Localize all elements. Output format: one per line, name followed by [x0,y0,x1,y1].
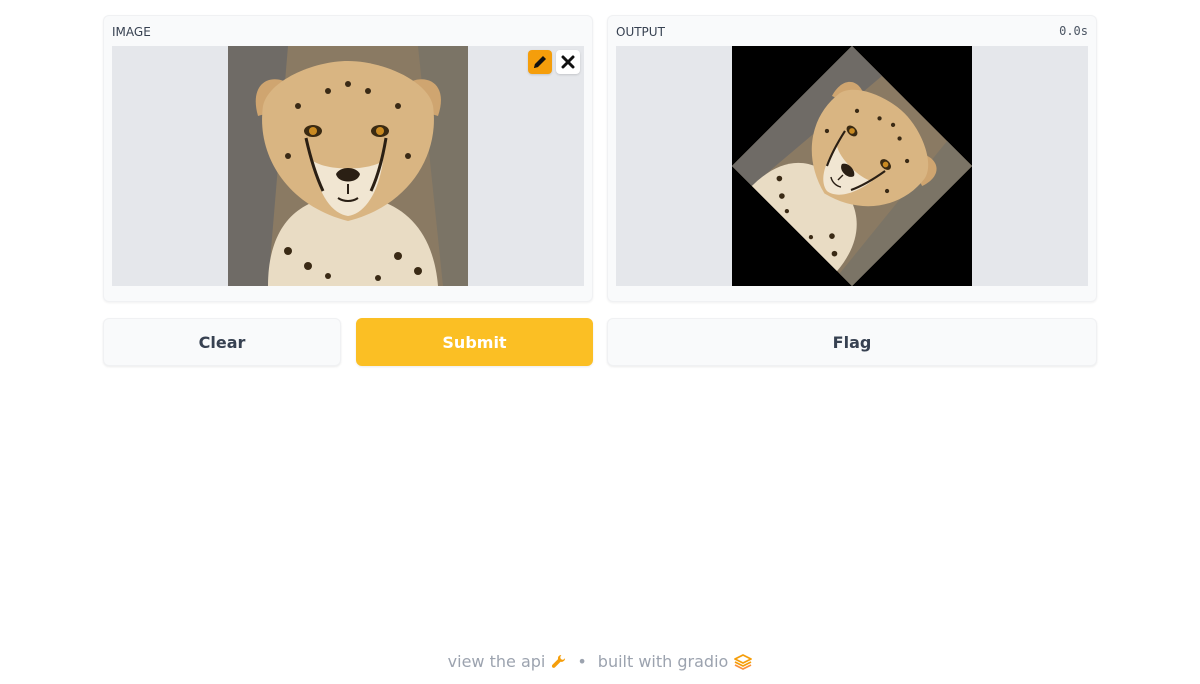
submit-button[interactable]: Submit [356,318,593,366]
flag-button[interactable]: Flag [607,318,1097,366]
elapsed-time: 0.0s [1059,24,1088,38]
pencil-icon [534,56,546,68]
output-label: OUTPUT [616,25,665,39]
view-api-link[interactable]: view the api [448,652,567,671]
footer: view the api • built with gradio [0,652,1200,671]
built-with-label: built with gradio [597,652,729,671]
output-image-panel: OUTPUT 0.0s [607,15,1097,302]
clear-button[interactable]: Clear [103,318,341,366]
input-label: IMAGE [112,25,151,39]
wrench-icon [552,654,566,668]
input-image-panel: IMAGE [103,15,593,302]
output-image-area [616,46,1088,286]
built-with-gradio-link[interactable]: built with gradio [598,652,753,671]
view-api-label: view the api [447,652,546,671]
output-image [732,46,972,286]
edit-image-button[interactable] [528,50,552,74]
footer-separator: • [577,652,587,671]
input-image [228,46,468,286]
gradio-logo-icon [734,653,753,670]
close-icon [561,55,575,69]
remove-image-button[interactable] [556,50,580,74]
input-image-dropzone[interactable] [112,46,584,286]
